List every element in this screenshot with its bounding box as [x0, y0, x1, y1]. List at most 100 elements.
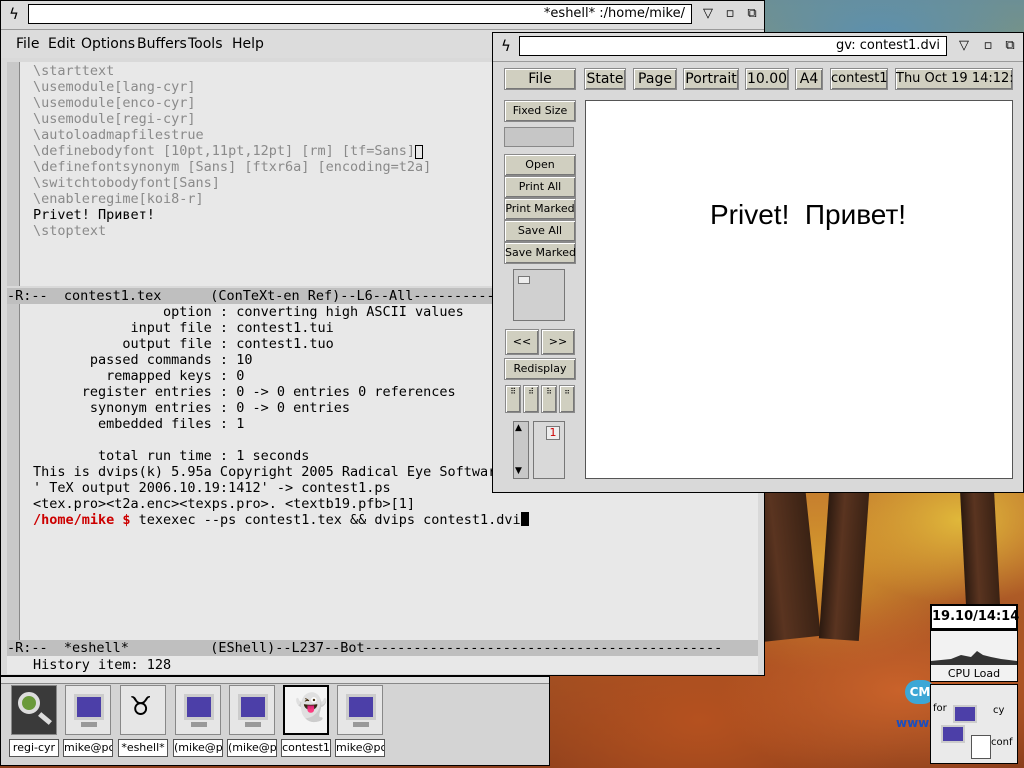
taskbar-item[interactable]: 👻 contest1: [281, 683, 331, 761]
cpu-load-label: CPU Load: [947, 667, 1001, 680]
shell-output-line: remapped keys : 0: [33, 368, 245, 384]
prev-page-button[interactable]: <<: [505, 329, 539, 355]
mark-current-icon[interactable]: ⠷: [541, 385, 557, 413]
source-scrollbar[interactable]: [7, 62, 20, 286]
source-line: \starttext: [33, 63, 115, 79]
minibuffer[interactable]: History item: 128: [7, 656, 758, 674]
taskbar-item-label: mike@pc: [335, 739, 385, 757]
shade-icon[interactable]: ▽: [699, 5, 717, 23]
pager-window-icon[interactable]: [953, 705, 977, 723]
source-line: \usemodule[enco-cyr]: [33, 95, 196, 111]
clock[interactable]: 19.10/14:14: [930, 604, 1019, 630]
gv-window: ϟ gv: contest1.dvi ▽ ▫ ⧉ File State Page…: [492, 32, 1024, 493]
state-button[interactable]: State: [584, 68, 626, 90]
print-marked-button[interactable]: Print Marked: [504, 198, 576, 220]
page-number[interactable]: 1: [546, 426, 560, 440]
save-marked-button[interactable]: Save Marked: [504, 242, 576, 264]
emacs-window-title: *eshell* :/home/mike/: [28, 4, 692, 24]
menu-options[interactable]: Options: [81, 36, 135, 52]
taskbar-item[interactable]: regi-cyr: [9, 683, 59, 761]
document-text: Privet! Привет!: [710, 199, 907, 230]
fixed-size-button[interactable]: Fixed Size: [504, 100, 576, 122]
menu-buffers[interactable]: Buffers: [137, 36, 187, 52]
page-list[interactable]: 1: [533, 421, 565, 479]
shell-prompt-line[interactable]: /home/mike $ texexec --ps contest1.tex &…: [33, 512, 529, 528]
menu-file[interactable]: File: [16, 36, 39, 52]
inactive-cursor: [415, 145, 424, 159]
shell-output-line: This is dvips(k) 5.95a Copyright 2005 Ra…: [33, 464, 505, 480]
save-all-button[interactable]: Save All: [504, 220, 576, 242]
media-button[interactable]: A4: [795, 68, 823, 90]
shell-output-line: passed commands : 10: [33, 352, 253, 368]
print-all-button[interactable]: Print All: [504, 176, 576, 198]
menu-edit[interactable]: Edit: [48, 36, 75, 52]
shade-icon[interactable]: ▽: [955, 37, 973, 55]
window-menu-icon[interactable]: ϟ: [497, 37, 515, 55]
maximize-icon[interactable]: ⧉: [1001, 37, 1019, 55]
menu-help[interactable]: Help: [232, 36, 264, 52]
window-menu-icon[interactable]: ϟ: [5, 5, 23, 23]
file-button[interactable]: File: [504, 68, 576, 90]
page-list-scrollbar[interactable]: ▲ ▼: [513, 421, 529, 479]
ghost-icon: 👻: [283, 685, 329, 735]
source-line: \autoloadmapfilestrue: [33, 127, 204, 143]
source-line: \usemodule[regi-cyr]: [33, 111, 196, 127]
taskbar-item[interactable]: mike@pc: [63, 683, 113, 761]
redisplay-button[interactable]: Redisplay: [504, 358, 576, 380]
next-page-button[interactable]: >>: [541, 329, 575, 355]
orientation-button[interactable]: Portrait: [683, 68, 739, 90]
date-button[interactable]: Thu Oct 19 14:12:38: [895, 68, 1013, 90]
source-line: \enableregime[koi8-r]: [33, 191, 204, 207]
document-view[interactable]: Privet! Привет!: [585, 100, 1013, 479]
magnifier-icon: [11, 685, 57, 735]
taskbar-item[interactable]: ♉ *eshell*: [118, 683, 168, 761]
shell-output-line: total run time : 1 seconds: [33, 448, 310, 464]
taskbar-item[interactable]: mike@pc: [335, 683, 385, 761]
eshell-scrollbar[interactable]: [7, 304, 20, 640]
shell-output-line: input file : contest1.tui: [33, 320, 334, 336]
taskbar-item[interactable]: (mike@p: [227, 683, 277, 761]
taskbar: regi-cyr mike@pc ♉ *eshell* (mike@p (mike@p 👻 c…: [0, 676, 550, 766]
cpu-load-monitor[interactable]: CPU Load: [930, 630, 1018, 682]
menu-tools[interactable]: Tools: [188, 36, 223, 52]
mark-even-icon[interactable]: ⠾: [523, 385, 539, 413]
panner-thumb[interactable]: [518, 276, 530, 284]
gnu-icon: ♉: [120, 685, 166, 735]
modeline-eshell[interactable]: -R:-- *eshell* (EShell)--L237--Bot------…: [7, 640, 758, 656]
taskbar-item-label: (mike@p: [173, 739, 223, 757]
scroll-down-icon[interactable]: ▼: [515, 466, 522, 476]
taskbar-item-label: (mike@p: [227, 739, 277, 757]
desktop-url: www.: [896, 716, 934, 730]
page-button[interactable]: Page: [633, 68, 677, 90]
status-field: [504, 127, 574, 147]
emacs-titlebar[interactable]: ϟ *eshell* :/home/mike/ ▽ ▫ ⧉: [1, 1, 764, 30]
scroll-up-icon[interactable]: ▲: [515, 423, 522, 433]
source-line: \definefontsynonym [Sans] [ftxr6a] [enco…: [33, 159, 432, 175]
taskbar-item-label: contest1: [281, 739, 331, 757]
monitor-icon: [337, 685, 383, 735]
unmark-icon[interactable]: ⠶: [559, 385, 575, 413]
shell-output-line: embedded files : 1: [33, 416, 245, 432]
pager-gnu-icon[interactable]: [971, 735, 991, 759]
desktop-pager[interactable]: for cy conf: [930, 684, 1018, 764]
panner[interactable]: [513, 269, 565, 321]
source-line: Privet! Привет!: [33, 207, 155, 223]
maximize-icon[interactable]: ⧉: [743, 5, 761, 23]
cpu-load-graph: [931, 651, 1017, 665]
minimize-icon[interactable]: ▫: [721, 5, 739, 23]
shell-output-line: output file : contest1.tuo: [33, 336, 334, 352]
open-button[interactable]: Open: [504, 154, 576, 176]
shell-output-line: register entries : 0 -> 0 entries 0 refe…: [33, 384, 456, 400]
minibuffer-text: History item: 128: [33, 657, 172, 673]
monitor-icon: [175, 685, 221, 735]
minimize-icon[interactable]: ▫: [979, 37, 997, 55]
shell-command: texexec --ps contest1.tex && dvips conte…: [130, 512, 521, 528]
pager-window-icon[interactable]: [941, 725, 965, 743]
scale-button[interactable]: 10.00: [745, 68, 789, 90]
filename-button[interactable]: contest1.: [830, 68, 888, 90]
taskbar-item[interactable]: (mike@p: [173, 683, 223, 761]
mark-odd-icon[interactable]: ⠿: [505, 385, 521, 413]
pager-label-for: for: [933, 703, 947, 714]
shell-output-line: <tex.pro><t2a.enc><texps.pro>. <textb19.…: [33, 496, 416, 512]
gv-titlebar[interactable]: ϟ gv: contest1.dvi ▽ ▫ ⧉: [493, 33, 1023, 62]
